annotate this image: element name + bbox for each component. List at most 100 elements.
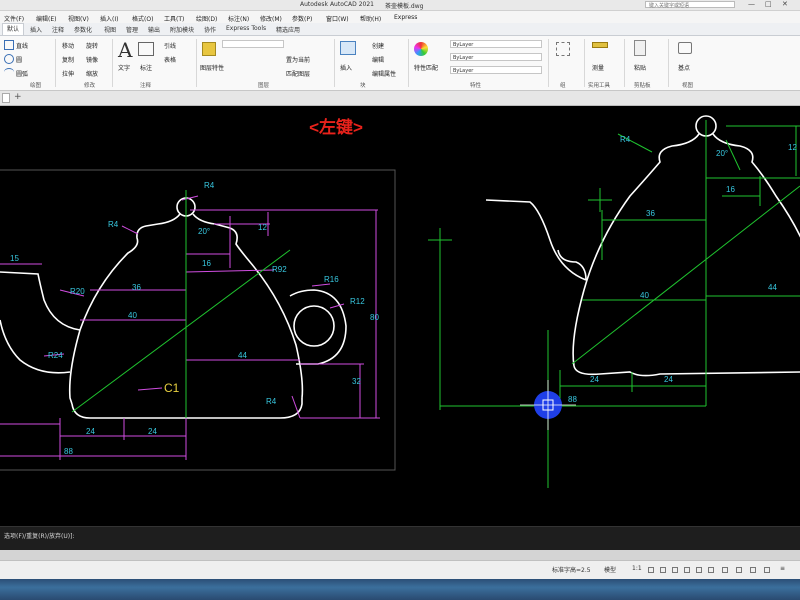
modify-stretch-button[interactable]: 拉伸: [62, 69, 74, 78]
maximize-icon[interactable]: □: [765, 0, 772, 8]
arc-icon[interactable]: [4, 68, 14, 76]
transparency-toggle-icon[interactable]: [736, 567, 742, 573]
measure-icon[interactable]: [592, 42, 608, 48]
new-tab-icon[interactable]: +: [14, 92, 22, 102]
block-create-button[interactable]: 创建: [372, 41, 384, 50]
drawing-tab[interactable]: [2, 93, 10, 103]
otrack-toggle-icon[interactable]: [708, 567, 714, 573]
dim-text: 40: [128, 311, 137, 320]
isolate-icon[interactable]: [764, 567, 770, 573]
draw-line-button[interactable]: 直线: [16, 41, 28, 50]
menu-item-parametric[interactable]: 参数(P): [292, 14, 312, 23]
draw-arc-button[interactable]: 圆弧: [16, 69, 28, 78]
annotation-dimension-button[interactable]: 标注: [140, 63, 152, 72]
tab-collaborate[interactable]: 协作: [204, 25, 216, 34]
base-view-icon[interactable]: [678, 42, 692, 54]
modify-mirror-button[interactable]: 镜像: [86, 55, 98, 64]
menu-item-dimension[interactable]: 标注(N): [228, 14, 249, 23]
dim-text: R4: [620, 135, 631, 144]
lineweight-toggle-icon[interactable]: [722, 567, 728, 573]
clipboard-paste-button[interactable]: 粘贴: [634, 63, 646, 72]
menu-item-view[interactable]: 视图(V): [68, 14, 89, 23]
annotation-text-button[interactable]: 文字: [118, 63, 130, 72]
line-icon[interactable]: [4, 40, 14, 50]
close-icon[interactable]: ✕: [782, 0, 788, 8]
left-viewport-frame: [0, 169, 396, 471]
tab-manage[interactable]: 管理: [126, 25, 138, 34]
annotation-leader-button[interactable]: 引线: [164, 41, 176, 50]
tab-view[interactable]: 视图: [104, 25, 116, 34]
drawing-canvas[interactable]: <左键> R4 R4 20° 12 16 R92 R16 R12 80 36 4…: [0, 106, 800, 524]
clipboard-icon[interactable]: [634, 40, 646, 56]
dim-text: 12: [258, 223, 267, 232]
tab-parametric[interactable]: 参数化: [74, 25, 92, 34]
annotation-table-button[interactable]: 表格: [164, 55, 176, 64]
block-edit-attributes-button[interactable]: 编辑属性: [372, 69, 396, 78]
polar-toggle-icon[interactable]: [684, 567, 690, 573]
menu-item-help[interactable]: 帮助(H): [360, 14, 381, 23]
menu-item-file[interactable]: 文件(F): [4, 14, 24, 23]
layer-properties-icon[interactable]: [202, 42, 216, 56]
layer-make-current-button[interactable]: 置为当前: [286, 55, 310, 64]
layer-dropdown[interactable]: [222, 40, 284, 48]
scale-label[interactable]: 1:1: [632, 565, 642, 572]
model-space-label[interactable]: 模型: [604, 565, 616, 574]
tab-home[interactable]: 默认: [2, 23, 25, 35]
tab-insert[interactable]: 插入: [30, 25, 42, 34]
tab-addins[interactable]: 附加模块: [170, 25, 194, 34]
layer-match-button[interactable]: 匹配图层: [286, 69, 310, 78]
menu-item-draw[interactable]: 绘图(D): [196, 14, 217, 23]
ribbon-separator: [548, 39, 549, 87]
menu-item-express[interactable]: Express: [394, 14, 417, 21]
color-dropdown[interactable]: ByLayer: [450, 40, 542, 48]
utilities-measure-button[interactable]: 测量: [592, 63, 604, 72]
block-insert-button[interactable]: 插入: [340, 63, 352, 72]
menu-item-modify[interactable]: 修改(M): [260, 14, 282, 23]
modify-copy-button[interactable]: 复制: [62, 55, 74, 64]
tab-annotate[interactable]: 注释: [52, 25, 64, 34]
menu-item-tools[interactable]: 工具(T): [164, 14, 184, 23]
crosshair-cursor: [520, 380, 576, 430]
customize-menu-icon[interactable]: ≡: [780, 565, 785, 572]
osnap-toggle-icon[interactable]: [696, 567, 702, 573]
ribbon-separator: [624, 39, 625, 87]
match-properties-icon[interactable]: [414, 42, 428, 56]
tab-output[interactable]: 输出: [148, 25, 160, 34]
command-line[interactable]: 选项(F)/重复(R)/放弃(U)]:: [0, 526, 800, 551]
modify-rotate-button[interactable]: 旋转: [86, 41, 98, 50]
annotation-scale-label[interactable]: 标准字高=2.5: [552, 565, 591, 574]
modify-move-button[interactable]: 移动: [62, 41, 74, 50]
draw-circle-button[interactable]: 圆: [16, 55, 22, 64]
ortho-toggle-icon[interactable]: [672, 567, 678, 573]
tab-express-tools[interactable]: Express Tools: [226, 25, 266, 32]
group-icon[interactable]: [556, 42, 570, 56]
layer-properties-button[interactable]: 图层特性: [200, 63, 224, 72]
workspace-icon[interactable]: [750, 567, 756, 573]
view-base-button[interactable]: 基点: [678, 63, 690, 72]
properties-match-button[interactable]: 特性匹配: [414, 63, 438, 72]
text-icon[interactable]: A: [118, 38, 132, 62]
linetype-dropdown[interactable]: ByLayer: [450, 53, 542, 61]
lineweight-dropdown[interactable]: ByLayer: [450, 66, 542, 74]
block-edit-button[interactable]: 编辑: [372, 55, 384, 64]
snap-toggle-icon[interactable]: [660, 567, 666, 573]
search-input[interactable]: 键入关键字或短语: [645, 1, 735, 9]
dim-text: 12: [788, 143, 797, 152]
insert-block-icon[interactable]: [340, 41, 356, 55]
dim-text: 88: [568, 395, 577, 404]
menu-item-format[interactable]: 格式(O): [132, 14, 153, 23]
minimize-icon[interactable]: —: [748, 0, 755, 8]
circle-icon[interactable]: [4, 54, 14, 64]
dimension-icon[interactable]: [138, 42, 154, 56]
menu-item-insert[interactable]: 插入(I): [100, 14, 118, 23]
grid-toggle-icon[interactable]: [648, 567, 654, 573]
dim-text: 20°: [198, 227, 210, 236]
group-block-label: 块: [360, 83, 366, 89]
modify-scale-button[interactable]: 缩放: [86, 69, 98, 78]
right-teapot-drawing: R4 20° 12 16 36 40 44 24 24 88: [428, 115, 800, 488]
tab-featured-apps[interactable]: 精选应用: [276, 25, 300, 34]
dim-text: 44: [238, 351, 247, 360]
menu-item-edit[interactable]: 编辑(E): [36, 14, 56, 23]
group-group-label: 组: [560, 83, 566, 89]
menu-item-window[interactable]: 窗口(W): [326, 14, 349, 23]
